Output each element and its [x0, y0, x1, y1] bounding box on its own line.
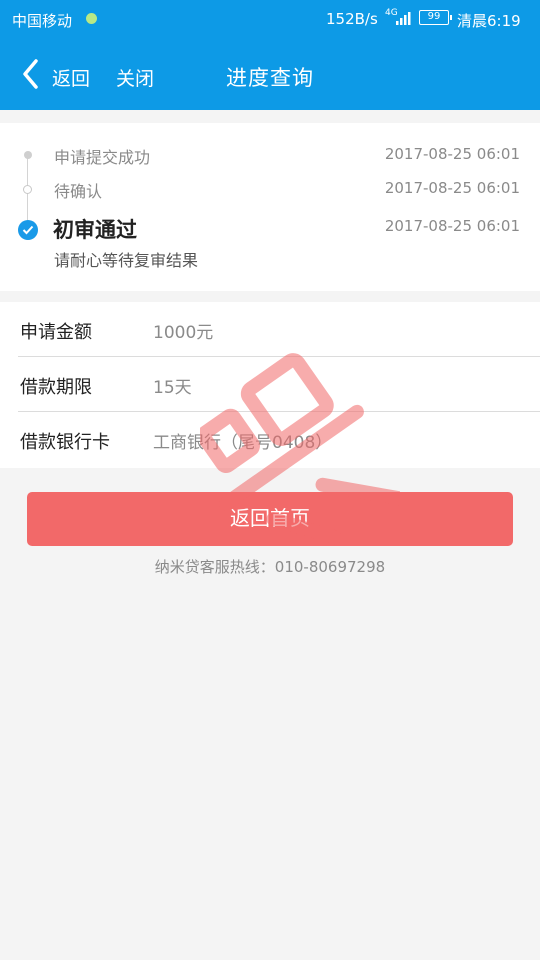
- current-step-note: 请耐心等待复审结果: [54, 251, 199, 270]
- watermark-stamp-icon: [200, 353, 400, 545]
- carrier-name: 中国移动: [12, 12, 73, 30]
- step-title: 待确认: [54, 182, 103, 201]
- detail-label: 借款银行卡: [20, 432, 110, 453]
- step-date: 2017-08-25 06:01: [384, 145, 520, 163]
- battery-icon: 99: [419, 10, 452, 25]
- page-title: 进度查询: [226, 66, 314, 90]
- detail-value: 1000元: [153, 323, 214, 343]
- detail-value: 15天: [153, 378, 192, 398]
- detail-label: 借款期限: [20, 377, 92, 398]
- notification-dot-icon: [86, 13, 97, 24]
- network-speed: 152B/s: [326, 10, 378, 28]
- current-step-title: 初审通过: [53, 218, 137, 242]
- step-date: 2017-08-25 06:01: [384, 179, 520, 197]
- check-circle-icon: [18, 220, 38, 240]
- status-bar: 中国移动 152B/s 4G 99 清晨6:19: [0, 0, 540, 38]
- back-button[interactable]: 返回: [52, 64, 90, 91]
- clock: 清晨6:19: [457, 12, 521, 30]
- step-title: 申请提交成功: [54, 148, 151, 167]
- step-ring-icon: [23, 185, 32, 194]
- nav-bar: 返回 关闭 进度查询: [0, 38, 540, 110]
- chevron-left-icon[interactable]: [20, 58, 42, 90]
- step-date: 2017-08-25 06:01: [384, 217, 520, 235]
- detail-label: 申请金额: [20, 322, 92, 343]
- signal-icon: [396, 12, 411, 25]
- close-button[interactable]: 关闭: [116, 64, 154, 91]
- progress-timeline: 申请提交成功 2017-08-25 06:01 待确认 2017-08-25 0…: [0, 123, 540, 291]
- step-dot-icon: [24, 151, 32, 159]
